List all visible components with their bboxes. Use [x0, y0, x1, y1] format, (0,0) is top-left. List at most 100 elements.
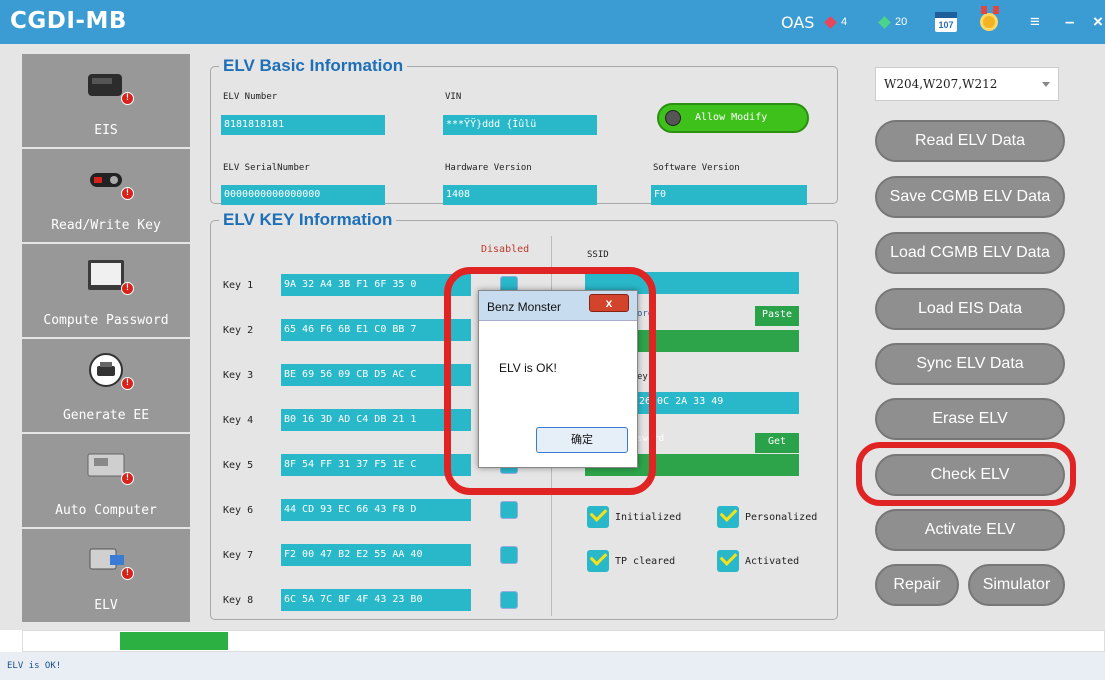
software-version-label: Software Version — [653, 163, 740, 173]
elv-number-field[interactable]: 8181818181 — [221, 115, 385, 135]
repair-button[interactable]: Repair — [875, 564, 959, 606]
alert-badge: ! — [121, 187, 134, 200]
chevron-down-icon — [1042, 82, 1050, 87]
sync-elv-data-button[interactable]: Sync ELV Data — [875, 343, 1065, 385]
key-row: Key 8 6C 5A 7C 8F 4F 43 23 B0 — [211, 589, 541, 611]
dialog-title: Benz Monster — [487, 300, 562, 314]
sidebar-item-read-write-key[interactable]: ! Read/Write Key — [22, 149, 190, 242]
sidebar-item-elv[interactable]: ! ELV — [22, 529, 190, 622]
alert-badge: ! — [121, 567, 134, 580]
green-gem-count: 20 — [895, 16, 908, 28]
key-label: Key 3 — [223, 370, 254, 381]
progress-bar — [22, 630, 1105, 652]
key-disabled-checkbox[interactable] — [500, 591, 518, 609]
key-info-legend: ELV KEY Information — [223, 210, 393, 229]
serial-label: ELV SerialNumber — [223, 163, 310, 173]
key-label: Key 1 — [223, 280, 254, 291]
medal-button[interactable] — [980, 0, 999, 44]
message-dialog: Benz Monster x ELV is OK! 确定 — [478, 290, 638, 468]
medal-icon — [980, 6, 999, 31]
personalized-checkbox[interactable] — [717, 506, 739, 528]
ssid-label: SSID — [587, 250, 609, 260]
sidebar-item-auto-computer[interactable]: ! Auto Computer — [22, 434, 190, 527]
load-eis-data-button[interactable]: Load EIS Data — [875, 288, 1065, 330]
initialized-checkbox[interactable] — [587, 506, 609, 528]
status-bar: ELV is OK! — [0, 652, 1105, 680]
vin-field[interactable]: ***ŸŸ}ddd {Ìûlü — [443, 115, 597, 135]
paste-button[interactable]: Paste — [755, 306, 799, 326]
minimize-button[interactable]: – — [1065, 0, 1074, 44]
sidebar-item-label: Generate EE — [62, 408, 150, 423]
key-label: Key 8 — [223, 595, 254, 606]
alert-badge: ! — [121, 282, 134, 295]
sidebar: ! EIS ! Read/Write Key ! Compute Passwor… — [22, 54, 190, 624]
load-cgmb-elv-data-button[interactable]: Load CGMB ELV Data — [875, 232, 1065, 274]
allow-modify-label: Allow Modify — [695, 112, 768, 123]
key-value-field[interactable]: 8F 54 FF 31 37 F5 1E C — [281, 454, 471, 476]
read-elv-data-button[interactable]: Read ELV Data — [875, 120, 1065, 162]
progress-fill — [120, 632, 229, 650]
key-disabled-checkbox[interactable] — [500, 546, 518, 564]
activated-label: Activated — [745, 556, 800, 567]
sidebar-item-compute-password[interactable]: ! Compute Password — [22, 244, 190, 337]
key-row: Key 6 44 CD 93 EC 66 43 F8 D — [211, 499, 541, 521]
alert-badge: ! — [121, 92, 134, 105]
sidebar-item-generate-ee[interactable]: ! Generate EE — [22, 339, 190, 432]
dialog-close-button[interactable]: x — [589, 294, 629, 312]
sidebar-item-label: ELV — [94, 598, 118, 613]
close-button[interactable]: × — [1093, 0, 1103, 44]
basic-info-legend: ELV Basic Information — [223, 56, 404, 75]
calendar-button[interactable]: 107 — [935, 0, 957, 44]
app-title: CGDI-MB — [10, 8, 127, 34]
hamburger-icon[interactable]: ≡ — [1030, 0, 1040, 44]
oas-label[interactable]: OAS — [781, 0, 814, 44]
activated-checkbox[interactable] — [717, 550, 739, 572]
tp-cleared-label: TP cleared — [615, 556, 676, 567]
key-label: Key 5 — [223, 460, 254, 471]
elv-number-label: ELV Number — [223, 92, 278, 102]
save-cgmb-elv-data-button[interactable]: Save CGMB ELV Data — [875, 176, 1065, 218]
sidebar-item-eis[interactable]: ! EIS — [22, 54, 190, 147]
dialog-message: ELV is OK! — [499, 361, 557, 375]
title-bar: CGDI-MB OAS 4 20 107 ≡ – × — [0, 0, 1105, 44]
toggle-knob-icon — [665, 110, 681, 126]
key-value-field[interactable]: 44 CD 93 EC 66 43 F8 D — [281, 499, 471, 521]
key-label: Key 4 — [223, 415, 254, 426]
dialog-ok-button[interactable]: 确定 — [536, 427, 628, 453]
key-label: Key 6 — [223, 505, 254, 516]
allow-modify-toggle[interactable]: Allow Modify — [657, 103, 809, 133]
activate-elv-button[interactable]: Activate ELV — [875, 509, 1065, 551]
key-label: Key 7 — [223, 550, 254, 561]
key-value-field[interactable]: 6C 5A 7C 8F 4F 43 23 B0 — [281, 589, 471, 611]
initialized-label: Initialized — [615, 512, 682, 523]
sidebar-item-label: Compute Password — [43, 313, 169, 328]
hardware-version-label: Hardware Version — [445, 163, 532, 173]
disabled-column-label: Disabled — [481, 244, 530, 255]
red-gem-count: 4 — [841, 16, 848, 28]
software-version-field[interactable]: F0 — [651, 185, 807, 205]
hardware-version-field[interactable]: 1408 — [443, 185, 597, 205]
green-gem-icon — [878, 15, 891, 29]
tp-cleared-checkbox[interactable] — [587, 550, 609, 572]
model-select[interactable]: W204,W207,W212 — [875, 67, 1059, 101]
check-elv-highlight — [856, 442, 1076, 506]
red-gem-icon — [824, 15, 837, 29]
personalized-label: Personalized — [745, 512, 818, 523]
key-row: Key 7 F2 00 47 B2 E2 55 AA 40 — [211, 544, 541, 566]
green-gem-counter[interactable]: 20 — [878, 0, 908, 44]
key-disabled-checkbox[interactable] — [500, 501, 518, 519]
sidebar-item-label: Auto Computer — [55, 503, 157, 518]
erase-elv-button[interactable]: Erase ELV — [875, 398, 1065, 440]
simulator-button[interactable]: Simulator — [968, 564, 1065, 606]
calendar-icon: 107 — [935, 12, 957, 32]
serial-field[interactable]: 0000000000000000 — [221, 185, 385, 205]
key-value-field[interactable]: BE 69 56 09 CB D5 AC C — [281, 364, 471, 386]
red-gem-counter[interactable]: 4 — [824, 0, 848, 44]
key-value-field[interactable]: 65 46 F6 6B E1 C0 BB 7 — [281, 319, 471, 341]
key-value-field[interactable]: B0 16 3D AD C4 DB 21 1 — [281, 409, 471, 431]
alert-badge: ! — [121, 377, 134, 390]
get-button[interactable]: Get — [755, 433, 799, 453]
key-value-field[interactable]: F2 00 47 B2 E2 55 AA 40 — [281, 544, 471, 566]
sidebar-item-label: EIS — [94, 123, 118, 138]
key-value-field[interactable]: 9A 32 A4 3B F1 6F 35 0 — [281, 274, 471, 296]
